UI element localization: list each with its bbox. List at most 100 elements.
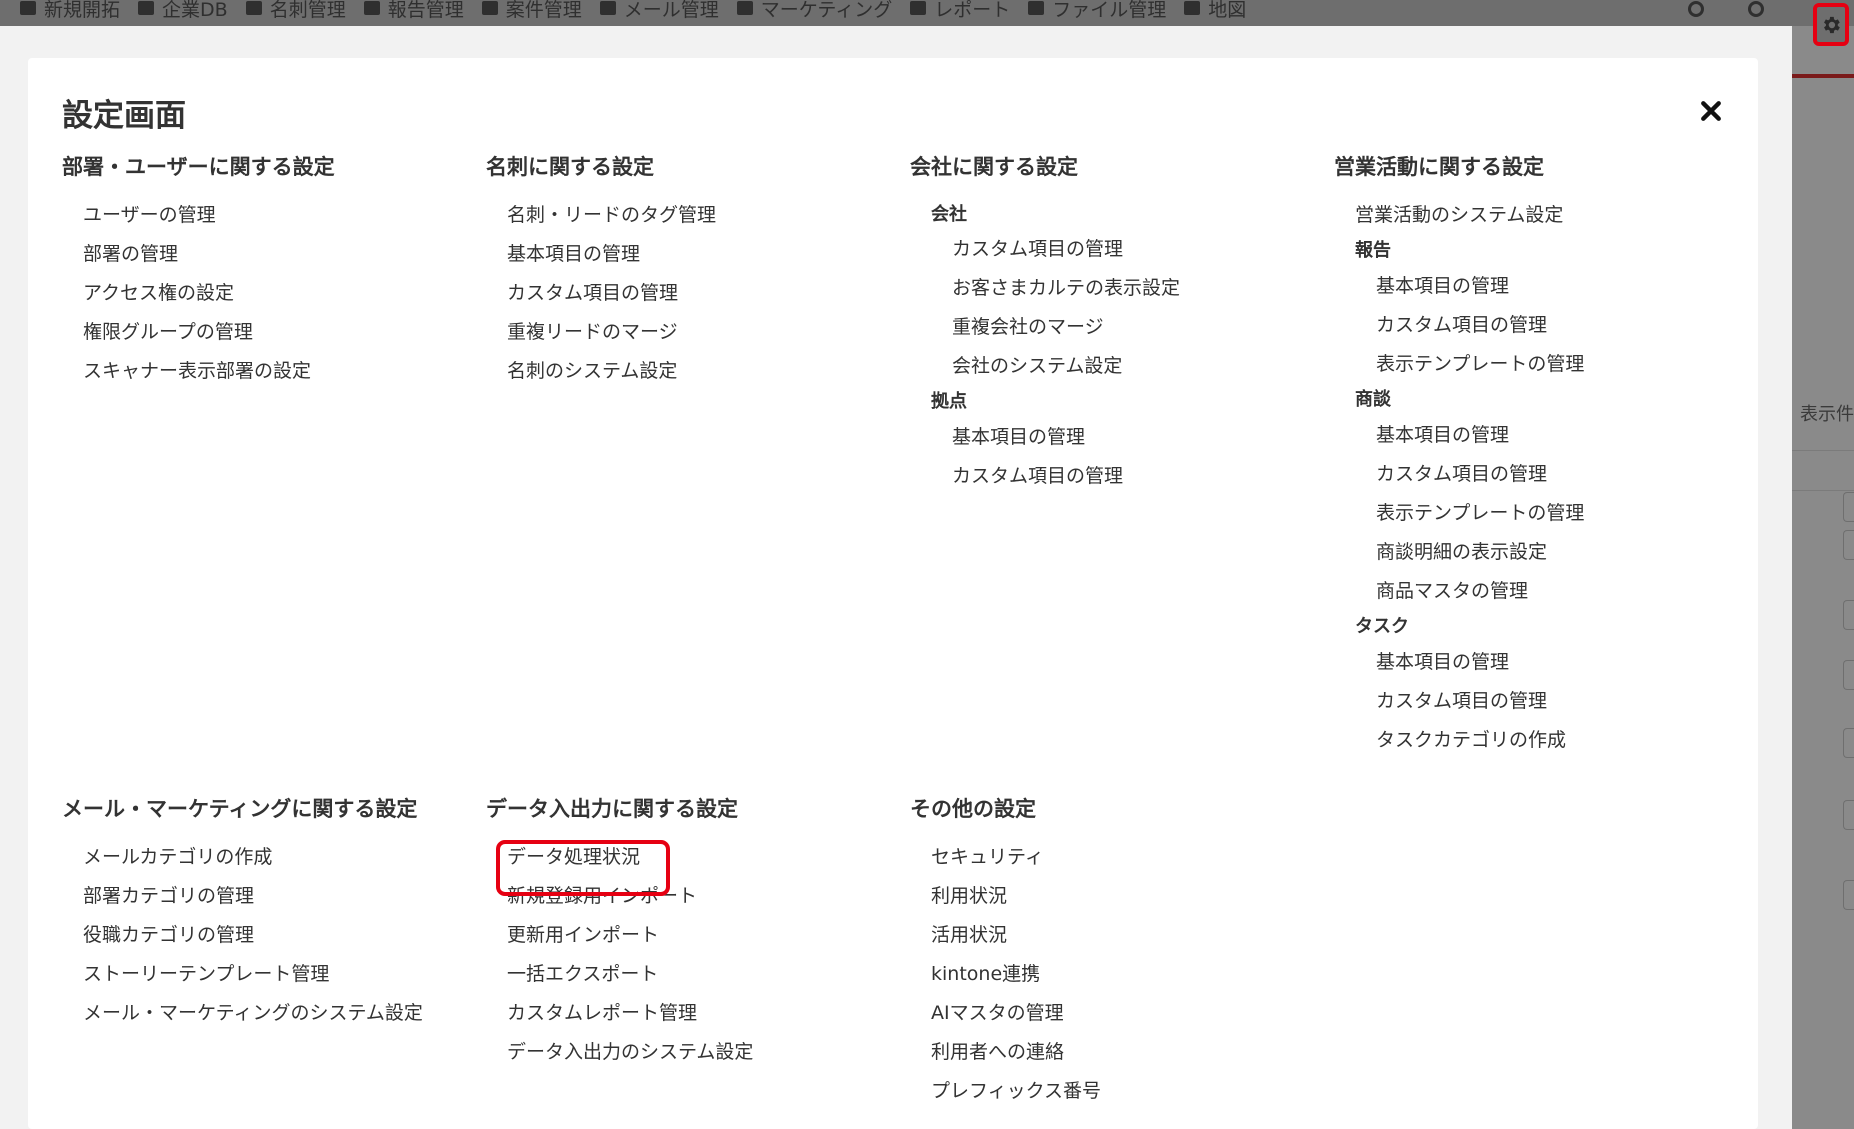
compass-icon: [20, 1, 36, 15]
nav-map[interactable]: 地図: [1184, 0, 1264, 22]
building-icon: [138, 1, 155, 15]
link-report-custom[interactable]: カスタム項目の管理: [1334, 306, 1547, 345]
link-scanner-dept[interactable]: スキャナー表示部署の設定: [62, 352, 311, 391]
link-sales-system[interactable]: 営業活動のシステム設定: [1334, 196, 1563, 235]
link-user-management[interactable]: ユーザーの管理: [62, 196, 216, 235]
section-heading: 部署・ユーザーに関する設定: [62, 155, 335, 179]
table-icon: [910, 1, 927, 15]
link-dept-category[interactable]: 部署カテゴリの管理: [62, 877, 254, 916]
close-button[interactable]: [1698, 98, 1724, 124]
group-label-report: 報告: [1355, 240, 1391, 261]
close-icon: [1701, 101, 1721, 121]
section-data-io: データ入出力に関する設定 データ処理状況 新規登録用インポート 更新用インポート…: [486, 794, 906, 1072]
link-dept-management[interactable]: 部署の管理: [62, 235, 178, 274]
nav-company-db[interactable]: 企業DB: [138, 0, 246, 22]
section-heading: 名刺に関する設定: [486, 155, 654, 179]
link-task-custom[interactable]: カスタム項目の管理: [1334, 682, 1547, 721]
link-deal-basic[interactable]: 基本項目の管理: [1334, 416, 1509, 455]
link-user-contact[interactable]: 利用者への連絡: [910, 1033, 1064, 1072]
link-bulk-export[interactable]: 一括エクスポート: [486, 955, 658, 994]
link-title-category[interactable]: 役職カテゴリの管理: [62, 916, 254, 955]
nav-marketing[interactable]: マーケティング: [736, 0, 910, 22]
nav-file-management[interactable]: ファイル管理: [1028, 0, 1184, 22]
highlight-box: [496, 840, 670, 896]
group-label-deal: 商談: [1355, 389, 1391, 410]
mail-icon: [599, 1, 616, 15]
link-product-master[interactable]: 商品マスタの管理: [1334, 572, 1528, 611]
link-report-basic[interactable]: 基本項目の管理: [1334, 267, 1509, 306]
group-label-task: タスク: [1355, 616, 1409, 637]
link-company-system[interactable]: 会社のシステム設定: [910, 347, 1122, 386]
link-company-custom[interactable]: カスタム項目の管理: [910, 230, 1123, 269]
background-checkbox: [1843, 660, 1854, 690]
settings-gear-button[interactable]: [1813, 3, 1849, 46]
section-mail-marketing: メール・マーケティングに関する設定 メールカテゴリの作成 部署カテゴリの管理 役…: [62, 794, 482, 1033]
link-task-category[interactable]: タスクカテゴリの作成: [1334, 721, 1566, 760]
link-mail-system[interactable]: メール・マーケティングのシステム設定: [62, 994, 423, 1033]
gear-icon: [1824, 16, 1840, 33]
link-utilization-status[interactable]: 活用状況: [910, 916, 1007, 955]
section-dept-user: 部署・ユーザーに関する設定 ユーザーの管理 部署の管理 アクセス権の設定 権限グ…: [62, 152, 482, 391]
section-card: 名刺に関する設定 名刺・リードのタグ管理 基本項目の管理 カスタム項目の管理 重…: [486, 152, 906, 391]
background-content: [1792, 26, 1854, 1129]
section-other: その他の設定 セキュリティ 利用状況 活用状況 kintone連携 AIマスタの…: [910, 794, 1330, 1111]
nav-deal-management[interactable]: 案件管理: [481, 0, 600, 22]
settings-list: 名刺・リードのタグ管理 基本項目の管理 カスタム項目の管理 重複リードのマージ …: [486, 196, 906, 391]
link-branch-custom[interactable]: カスタム項目の管理: [910, 457, 1123, 496]
top-navigation: 新規開拓 企業DB 名刺管理 報告管理 案件管理 メール管理 マーケティング レ…: [0, 0, 1854, 26]
link-kintone[interactable]: kintone連携: [910, 955, 1040, 994]
briefcase-icon: [481, 1, 498, 15]
link-deal-detail[interactable]: 商談明細の表示設定: [1334, 533, 1547, 572]
link-prefix-number[interactable]: プレフィックス番号: [910, 1072, 1101, 1111]
settings-list: メールカテゴリの作成 部署カテゴリの管理 役職カテゴリの管理 ストーリーテンプレ…: [62, 838, 482, 1033]
section-heading: 会社に関する設定: [910, 155, 1078, 179]
link-deal-custom[interactable]: カスタム項目の管理: [1334, 455, 1547, 494]
bell-icon[interactable]: [1748, 1, 1764, 17]
link-permission-group[interactable]: 権限グループの管理: [62, 313, 253, 352]
link-custom-report[interactable]: カスタムレポート管理: [486, 994, 697, 1033]
section-sales: 営業活動に関する設定 営業活動のシステム設定 報告 基本項目の管理 カスタム項目…: [1334, 152, 1754, 760]
link-basic-fields[interactable]: 基本項目の管理: [486, 235, 640, 274]
card-icon: [245, 1, 262, 15]
link-story-template[interactable]: ストーリーテンプレート管理: [62, 955, 329, 994]
help-icon[interactable]: [1688, 1, 1704, 17]
link-data-system[interactable]: データ入出力のシステム設定: [486, 1033, 753, 1072]
nav-report[interactable]: レポート: [910, 0, 1028, 22]
link-branch-basic[interactable]: 基本項目の管理: [910, 418, 1085, 457]
nav-items: 新規開拓 企業DB 名刺管理 報告管理 案件管理 メール管理 マーケティング レ…: [20, 0, 1264, 22]
link-task-basic[interactable]: 基本項目の管理: [1334, 643, 1509, 682]
link-access-settings[interactable]: アクセス権の設定: [62, 274, 234, 313]
link-card-system[interactable]: 名刺のシステム設定: [486, 352, 677, 391]
nav-report-management[interactable]: 報告管理: [363, 0, 482, 22]
settings-list: ユーザーの管理 部署の管理 アクセス権の設定 権限グループの管理 スキャナー表示…: [62, 196, 482, 391]
map-icon: [1184, 1, 1201, 15]
background-checkbox: [1843, 800, 1854, 830]
group-label-company: 会社: [931, 204, 967, 225]
section-heading: メール・マーケティングに関する設定: [62, 797, 418, 821]
nav-card-management[interactable]: 名刺管理: [245, 0, 364, 22]
background-checkbox: [1843, 492, 1854, 522]
link-usage-status[interactable]: 利用状況: [910, 877, 1007, 916]
link-deal-template[interactable]: 表示テンプレートの管理: [1334, 494, 1584, 533]
background-display-count-label: 表示件: [1800, 404, 1854, 425]
link-update-import[interactable]: 更新用インポート: [486, 916, 659, 955]
link-ai-master[interactable]: AIマスタの管理: [910, 994, 1064, 1033]
link-security[interactable]: セキュリティ: [910, 838, 1044, 877]
section-heading: その他の設定: [910, 797, 1036, 821]
settings-list: 会社 カスタム項目の管理 お客さまカルテの表示設定 重複会社のマージ 会社のシス…: [910, 200, 1330, 496]
link-merge-leads[interactable]: 重複リードのマージ: [486, 313, 678, 352]
group-label-branch: 拠点: [931, 391, 967, 412]
nav-new-business[interactable]: 新規開拓: [20, 0, 138, 22]
link-merge-company[interactable]: 重複会社のマージ: [910, 308, 1104, 347]
link-customer-chart[interactable]: お客さまカルテの表示設定: [910, 269, 1180, 308]
link-custom-fields[interactable]: カスタム項目の管理: [486, 274, 678, 313]
report-icon: [363, 1, 380, 15]
folder-icon: [1028, 1, 1045, 15]
link-report-template[interactable]: 表示テンプレートの管理: [1334, 345, 1584, 384]
nav-mail-management[interactable]: メール管理: [599, 0, 737, 22]
section-heading: データ入出力に関する設定: [486, 797, 738, 821]
modal-title: 設定画面: [62, 98, 186, 134]
settings-list: 営業活動のシステム設定 報告 基本項目の管理 カスタム項目の管理 表示テンプレー…: [1334, 196, 1754, 760]
link-mail-category[interactable]: メールカテゴリの作成: [62, 838, 272, 877]
link-card-tag[interactable]: 名刺・リードのタグ管理: [486, 196, 716, 235]
